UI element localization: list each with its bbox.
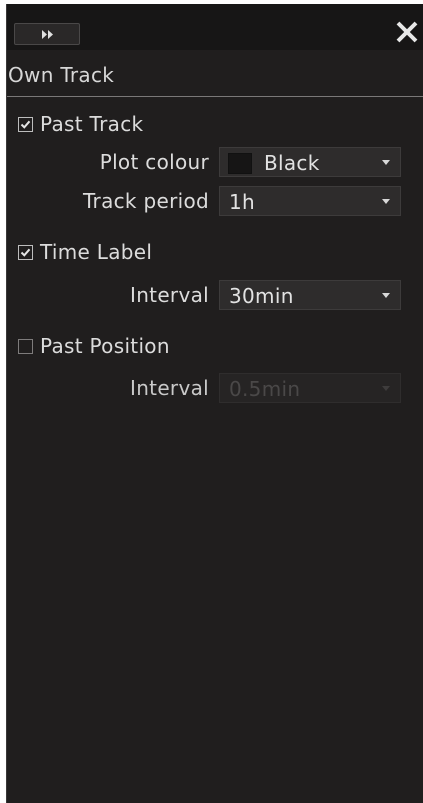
- colour-swatch: [228, 153, 252, 174]
- panel-title: Own Track: [8, 63, 115, 87]
- checkmark-icon: [20, 120, 31, 129]
- own-track-panel: Own Track Past Track Plot colour Black T…: [6, 4, 423, 803]
- time-label-checkbox-row[interactable]: Time Label: [18, 237, 152, 267]
- plot-colour-label: Plot colour: [99, 150, 209, 174]
- double-chevron-right-icon: [42, 30, 53, 39]
- past-position-checkbox-row[interactable]: Past Position: [18, 331, 170, 361]
- close-button[interactable]: [395, 20, 421, 48]
- header-divider: [7, 96, 423, 97]
- time-label-label: Time Label: [40, 240, 153, 264]
- time-label-checkbox[interactable]: [18, 244, 33, 260]
- time-label-interval-value: 30min: [229, 284, 294, 308]
- track-period-label: Track period: [82, 189, 209, 213]
- caret-down-icon: [382, 293, 390, 298]
- past-position-interval-label: Interval: [130, 376, 209, 400]
- panel-header: Own Track: [7, 51, 423, 95]
- past-position-interval-value: 0.5min: [229, 377, 301, 401]
- track-period-value: 1h: [229, 190, 256, 214]
- close-icon: [396, 21, 418, 43]
- track-period-dropdown[interactable]: 1h: [219, 186, 401, 216]
- past-track-checkbox[interactable]: [18, 116, 33, 132]
- expand-panel-button[interactable]: [14, 23, 80, 45]
- past-position-interval-dropdown[interactable]: 0.5min: [219, 373, 401, 403]
- caret-down-icon: [382, 386, 390, 391]
- plot-colour-dropdown[interactable]: Black: [219, 147, 401, 177]
- past-position-label: Past Position: [40, 334, 170, 358]
- checkmark-icon: [20, 248, 31, 257]
- plot-colour-value: Black: [264, 151, 320, 175]
- past-track-checkbox-row[interactable]: Past Track: [18, 109, 143, 139]
- time-label-interval-dropdown[interactable]: 30min: [219, 280, 401, 310]
- past-position-checkbox[interactable]: [18, 338, 33, 354]
- past-track-label: Past Track: [40, 112, 144, 136]
- time-label-interval-label: Interval: [130, 283, 209, 307]
- caret-down-icon: [382, 160, 390, 165]
- panel-toolbar: [7, 4, 423, 50]
- caret-down-icon: [382, 199, 390, 204]
